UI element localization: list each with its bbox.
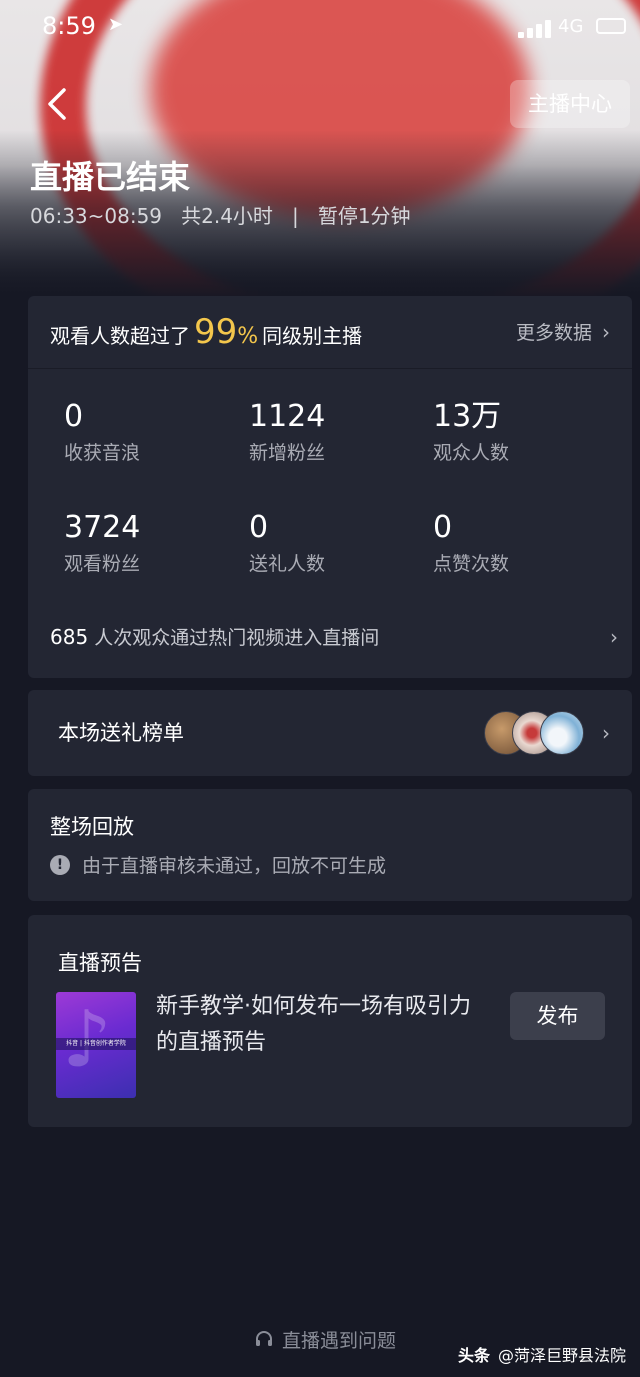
help-link[interactable]: 直播遇到问题 — [254, 1323, 396, 1355]
headset-icon — [256, 1331, 272, 1346]
tutorial-thumbnail[interactable]: ♪ 抖音 | 抖音创作者学院 — [56, 992, 136, 1098]
replay-card: 整场回放 ! 由于直播审核未通过，回放不可生成 — [28, 789, 632, 901]
stat-value: 0 — [249, 510, 269, 545]
help-label: 直播遇到问题 — [282, 1329, 397, 1352]
stat-label: 点赞次数 — [433, 553, 510, 575]
chevron-left-icon — [48, 88, 66, 120]
live-duration: 共2.4小时 — [181, 204, 273, 228]
stat-sound-waves: 0 收获音浪 — [64, 400, 234, 465]
exceed-prefix: 观看人数超过了 — [50, 324, 190, 348]
stat-viewers: 13万 观众人数 — [433, 400, 603, 465]
avatar — [540, 711, 584, 755]
network-type: 4G — [558, 16, 584, 37]
stat-likes: 0 点赞次数 — [433, 511, 603, 576]
live-meta: 06:33~08:59 共2.4小时 | 暂停1分钟 — [30, 200, 411, 229]
stat-new-followers: 1124 新增粉丝 — [249, 400, 419, 465]
meta-separator: | — [292, 204, 299, 228]
warning-icon: ! — [50, 854, 70, 875]
more-data-label: 更多数据 — [515, 322, 592, 344]
location-arrow-icon: ➤ — [108, 14, 124, 35]
signal-icon — [518, 20, 552, 38]
gift-list-card[interactable]: 本场送礼榜单 › — [28, 690, 632, 776]
stat-value: 1124 — [249, 399, 326, 434]
watermark: 头条 @菏泽巨野县法院 — [458, 1342, 626, 1366]
more-data-link[interactable]: 更多数据 › — [516, 296, 610, 368]
stat-label: 观看粉丝 — [64, 553, 141, 575]
live-preview-card: 直播预告 ♪ 抖音 | 抖音创作者学院 新手教学·如何发布一场有吸引力的直播预告… — [28, 915, 632, 1127]
exceed-percent: 99 — [194, 312, 238, 352]
stats-header: 观看人数超过了 99 % 同级别主播 更多数据 › — [28, 296, 632, 369]
status-bar: 8:59 ➤ 4G — [0, 0, 640, 54]
stat-label: 送礼人数 — [249, 553, 326, 575]
battery-icon — [596, 18, 626, 34]
stat-value: 0 — [433, 510, 453, 545]
exceed-summary: 观看人数超过了 99 % 同级别主播 — [50, 296, 362, 368]
replay-title: 整场回放 — [50, 815, 134, 839]
back-button[interactable] — [40, 84, 76, 124]
stat-watching-fans: 3724 观看粉丝 — [64, 511, 234, 576]
stat-gift-senders: 0 送礼人数 — [249, 511, 419, 576]
chevron-right-icon: › — [602, 721, 610, 745]
thumbnail-caption: 抖音 | 抖音创作者学院 — [56, 1038, 136, 1050]
stats-card: 观看人数超过了 99 % 同级别主播 更多数据 › 0 收获音浪 1124 新增粉… — [28, 296, 632, 678]
watermark-brand: 头条 — [457, 1346, 490, 1365]
gift-avatars — [484, 711, 584, 755]
watermark-account: @菏泽巨野县法院 — [497, 1346, 626, 1365]
anchor-center-button[interactable]: 主播中心 — [510, 80, 630, 128]
preview-title: 直播预告 — [58, 951, 142, 975]
chevron-right-icon: › — [602, 320, 610, 344]
replay-notice-text: 由于直播审核未通过，回放不可生成 — [82, 855, 387, 877]
live-pause: 暂停1分钟 — [317, 204, 411, 228]
hot-video-count: 685 — [50, 625, 89, 649]
stat-value: 13万 — [433, 399, 502, 434]
publish-button[interactable]: 发布 — [510, 992, 605, 1040]
status-time: 8:59 — [42, 12, 96, 40]
hot-video-text: 人次观众通过热门视频进入直播间 — [94, 627, 380, 649]
page-title: 直播已结束 — [30, 158, 191, 196]
stat-label: 收获音浪 — [64, 442, 141, 464]
chevron-right-icon: › — [610, 625, 618, 649]
exceed-unit: % — [237, 324, 259, 349]
live-time-range: 06:33~08:59 — [30, 204, 163, 228]
stat-label: 新增粉丝 — [249, 442, 326, 464]
hot-video-entry[interactable]: 685 人次观众通过热门视频进入直播间 › — [50, 622, 618, 652]
stat-label: 观众人数 — [433, 442, 510, 464]
stat-value: 0 — [64, 399, 84, 434]
stat-value: 3724 — [64, 510, 141, 545]
replay-notice: ! 由于直播审核未通过，回放不可生成 — [50, 851, 386, 878]
tutorial-link[interactable]: 新手教学·如何发布一场有吸引力的直播预告 — [156, 989, 476, 1061]
gift-list-title: 本场送礼榜单 — [58, 721, 184, 745]
exceed-suffix: 同级别主播 — [262, 324, 363, 348]
